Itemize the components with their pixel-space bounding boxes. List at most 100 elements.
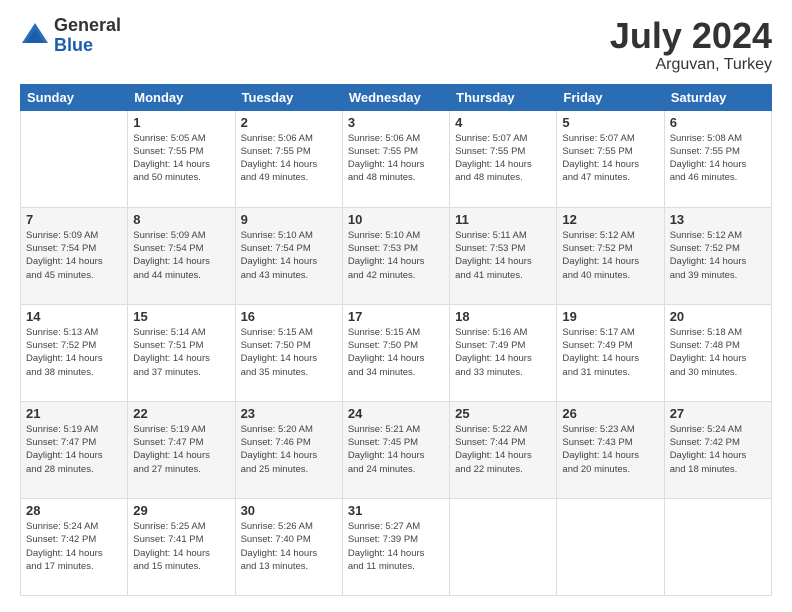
- calendar-header-monday: Monday: [128, 84, 235, 110]
- day-number: 10: [348, 212, 444, 227]
- calendar-cell: 13Sunrise: 5:12 AM Sunset: 7:52 PM Dayli…: [664, 207, 771, 304]
- calendar-cell: 7Sunrise: 5:09 AM Sunset: 7:54 PM Daylig…: [21, 207, 128, 304]
- calendar-cell: [21, 110, 128, 207]
- day-number: 21: [26, 406, 122, 421]
- day-number: 11: [455, 212, 551, 227]
- day-info: Sunrise: 5:21 AM Sunset: 7:45 PM Dayligh…: [348, 423, 444, 476]
- day-info: Sunrise: 5:13 AM Sunset: 7:52 PM Dayligh…: [26, 326, 122, 379]
- calendar-cell: 5Sunrise: 5:07 AM Sunset: 7:55 PM Daylig…: [557, 110, 664, 207]
- calendar-cell: 16 Sunrise: 5:15 AM Sunset: 7:50 PM Dayli…: [235, 304, 342, 401]
- calendar-cell: 22Sunrise: 5:19 AM Sunset: 7:47 PM Dayli…: [128, 401, 235, 498]
- calendar-cell: 9 Sunrise: 5:10 AM Sunset: 7:54 PM Daylig…: [235, 207, 342, 304]
- day-info: Sunrise: 5:25 AM Sunset: 7:41 PM Dayligh…: [133, 520, 229, 573]
- day-number: 3: [348, 115, 444, 130]
- calendar-cell: 30 Sunrise: 5:26 AM Sunset: 7:40 PM Dayli…: [235, 498, 342, 595]
- day-info: Sunrise: 5:09 AM Sunset: 7:54 PM Dayligh…: [133, 229, 229, 282]
- calendar-cell: 1Sunrise: 5:05 AM Sunset: 7:55 PM Daylig…: [128, 110, 235, 207]
- day-number: 23: [241, 406, 337, 421]
- day-number: 24: [348, 406, 444, 421]
- day-info: Sunrise: 5:14 AM Sunset: 7:51 PM Dayligh…: [133, 326, 229, 379]
- calendar-header-tuesday: Tuesday: [235, 84, 342, 110]
- calendar-cell: 19 Sunrise: 5:17 AM Sunset: 7:49 PM Dayli…: [557, 304, 664, 401]
- day-number: 18: [455, 309, 551, 324]
- day-number: 28: [26, 503, 122, 518]
- day-number: 17: [348, 309, 444, 324]
- day-info: Sunrise: 5:17 AM Sunset: 7:49 PM Dayligh…: [562, 326, 658, 379]
- calendar-cell: 31 Sunrise: 5:27 AM Sunset: 7:39 PM Dayli…: [342, 498, 449, 595]
- page: General Blue July 2024 Arguvan, Turkey S…: [0, 0, 792, 612]
- day-info: Sunrise: 5:07 AM Sunset: 7:55 PM Dayligh…: [455, 132, 551, 185]
- day-info: Sunrise: 5:12 AM Sunset: 7:52 PM Dayligh…: [562, 229, 658, 282]
- day-info: Sunrise: 5:05 AM Sunset: 7:55 PM Dayligh…: [133, 132, 229, 185]
- day-number: 22: [133, 406, 229, 421]
- day-info: Sunrise: 5:24 AM Sunset: 7:42 PM Dayligh…: [26, 520, 122, 573]
- day-info: Sunrise: 5:16 AM Sunset: 7:49 PM Dayligh…: [455, 326, 551, 379]
- logo-text: General Blue: [54, 16, 121, 56]
- day-number: 19: [562, 309, 658, 324]
- day-info: Sunrise: 5:07 AM Sunset: 7:55 PM Dayligh…: [562, 132, 658, 185]
- logo-icon: [20, 21, 50, 51]
- day-number: 8: [133, 212, 229, 227]
- calendar-header-sunday: Sunday: [21, 84, 128, 110]
- calendar-cell: 14 Sunrise: 5:13 AM Sunset: 7:52 PM Dayli…: [21, 304, 128, 401]
- calendar-cell: 15 Sunrise: 5:14 AM Sunset: 7:51 PM Dayli…: [128, 304, 235, 401]
- day-info: Sunrise: 5:26 AM Sunset: 7:40 PM Dayligh…: [241, 520, 337, 573]
- day-info: Sunrise: 5:10 AM Sunset: 7:54 PM Dayligh…: [241, 229, 337, 282]
- calendar-cell: 17 Sunrise: 5:15 AM Sunset: 7:50 PM Dayli…: [342, 304, 449, 401]
- day-number: 6: [670, 115, 766, 130]
- calendar-cell: 2Sunrise: 5:06 AM Sunset: 7:55 PM Daylig…: [235, 110, 342, 207]
- day-info: Sunrise: 5:11 AM Sunset: 7:53 PM Dayligh…: [455, 229, 551, 282]
- calendar-cell: 12 Sunrise: 5:12 AM Sunset: 7:52 PM Dayli…: [557, 207, 664, 304]
- calendar-cell: 6 Sunrise: 5:08 AM Sunset: 7:55 PM Daylig…: [664, 110, 771, 207]
- day-info: Sunrise: 5:27 AM Sunset: 7:39 PM Dayligh…: [348, 520, 444, 573]
- calendar-cell: 20Sunrise: 5:18 AM Sunset: 7:48 PM Dayli…: [664, 304, 771, 401]
- day-number: 14: [26, 309, 122, 324]
- header: General Blue July 2024 Arguvan, Turkey: [20, 16, 772, 74]
- calendar-cell: [664, 498, 771, 595]
- calendar-cell: 10Sunrise: 5:10 AM Sunset: 7:53 PM Dayli…: [342, 207, 449, 304]
- day-info: Sunrise: 5:24 AM Sunset: 7:42 PM Dayligh…: [670, 423, 766, 476]
- day-number: 4: [455, 115, 551, 130]
- calendar-cell: 11 Sunrise: 5:11 AM Sunset: 7:53 PM Dayli…: [450, 207, 557, 304]
- day-number: 20: [670, 309, 766, 324]
- calendar-cell: [450, 498, 557, 595]
- day-number: 25: [455, 406, 551, 421]
- calendar-cell: 23 Sunrise: 5:20 AM Sunset: 7:46 PM Dayli…: [235, 401, 342, 498]
- day-info: Sunrise: 5:06 AM Sunset: 7:55 PM Dayligh…: [348, 132, 444, 185]
- day-number: 31: [348, 503, 444, 518]
- calendar-header-wednesday: Wednesday: [342, 84, 449, 110]
- calendar-cell: 25Sunrise: 5:22 AM Sunset: 7:44 PM Dayli…: [450, 401, 557, 498]
- day-number: 30: [241, 503, 337, 518]
- calendar-cell: 28 Sunrise: 5:24 AM Sunset: 7:42 PM Dayli…: [21, 498, 128, 595]
- day-number: 7: [26, 212, 122, 227]
- day-number: 2: [241, 115, 337, 130]
- day-number: 15: [133, 309, 229, 324]
- main-title: July 2024: [610, 16, 772, 56]
- day-number: 16: [241, 309, 337, 324]
- day-info: Sunrise: 5:19 AM Sunset: 7:47 PM Dayligh…: [26, 423, 122, 476]
- day-number: 13: [670, 212, 766, 227]
- calendar-week-row: 21 Sunrise: 5:19 AM Sunset: 7:47 PM Dayli…: [21, 401, 772, 498]
- calendar-header-friday: Friday: [557, 84, 664, 110]
- logo: General Blue: [20, 16, 121, 56]
- calendar-week-row: 14 Sunrise: 5:13 AM Sunset: 7:52 PM Dayli…: [21, 304, 772, 401]
- day-number: 9: [241, 212, 337, 227]
- calendar-cell: 8 Sunrise: 5:09 AM Sunset: 7:54 PM Daylig…: [128, 207, 235, 304]
- calendar-cell: 4 Sunrise: 5:07 AM Sunset: 7:55 PM Daylig…: [450, 110, 557, 207]
- calendar-cell: 27 Sunrise: 5:24 AM Sunset: 7:42 PM Dayli…: [664, 401, 771, 498]
- calendar-cell: 21 Sunrise: 5:19 AM Sunset: 7:47 PM Dayli…: [21, 401, 128, 498]
- day-info: Sunrise: 5:15 AM Sunset: 7:50 PM Dayligh…: [241, 326, 337, 379]
- calendar-header-row: SundayMondayTuesdayWednesdayThursdayFrid…: [21, 84, 772, 110]
- logo-blue: Blue: [54, 36, 121, 56]
- day-info: Sunrise: 5:20 AM Sunset: 7:46 PM Dayligh…: [241, 423, 337, 476]
- calendar-cell: 3 Sunrise: 5:06 AM Sunset: 7:55 PM Daylig…: [342, 110, 449, 207]
- day-info: Sunrise: 5:08 AM Sunset: 7:55 PM Dayligh…: [670, 132, 766, 185]
- calendar-cell: [557, 498, 664, 595]
- day-info: Sunrise: 5:15 AM Sunset: 7:50 PM Dayligh…: [348, 326, 444, 379]
- subtitle: Arguvan, Turkey: [610, 56, 772, 74]
- day-number: 12: [562, 212, 658, 227]
- day-number: 27: [670, 406, 766, 421]
- calendar-cell: 26Sunrise: 5:23 AM Sunset: 7:43 PM Dayli…: [557, 401, 664, 498]
- calendar-week-row: 7 Sunrise: 5:09 AM Sunset: 7:54 PM Daylig…: [21, 207, 772, 304]
- calendar-cell: 29Sunrise: 5:25 AM Sunset: 7:41 PM Dayli…: [128, 498, 235, 595]
